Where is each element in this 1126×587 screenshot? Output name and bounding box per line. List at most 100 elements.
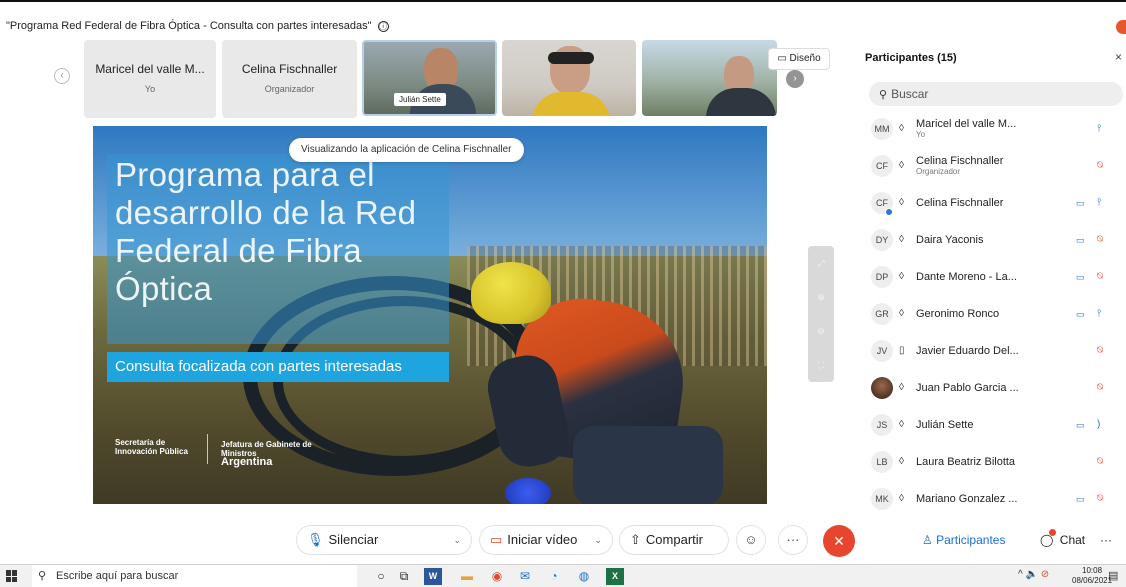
fit-icon[interactable]: ⛶ [808,348,834,382]
edge-icon[interactable]: ◔ [545,568,563,585]
mic-muted-icon: ⍉ [1097,234,1103,245]
headphones-icon: ◊ [899,123,904,134]
word-icon[interactable]: W [424,568,442,585]
participant-row[interactable]: MM ◊ Maricel del valle M... Yo ⫯ [869,112,1119,148]
headphones-icon: ◊ [899,234,904,245]
avatar: MM [871,118,893,140]
mute-label: Silenciar [328,532,379,547]
chevron-down-icon[interactable]: ⌄ [453,526,461,554]
participants-tab-button[interactable]: ♙ Participantes [922,525,1030,555]
chevron-up-icon[interactable]: ^ [1018,569,1023,580]
camera-icon: ▭ [1076,198,1085,208]
camera-icon: ▭ [1076,420,1085,430]
shared-content[interactable]: Programa para el desarrollo de la Red Fe… [93,126,767,504]
excel-icon[interactable]: X [606,568,624,585]
microphone-icon: ⫯ [1097,197,1102,208]
layout-button[interactable]: ▭ Diseño [768,48,830,70]
mute-button[interactable]: 🎙 Silenciar ⌄ [296,525,472,555]
chat-tab-button[interactable]: ◯ Chat [1040,525,1092,555]
blue-object-image [505,478,551,504]
search-icon: ⚲ [38,570,47,582]
leave-meeting-button[interactable]: ✕ [823,525,855,557]
headphones-icon: ◊ [899,308,904,319]
logo-argentina-text: Argentina [221,456,273,468]
panel-more-button[interactable]: ··· [1100,525,1120,555]
helmet-image [471,262,551,324]
participant-row[interactable]: DP ◊ Dante Moreno - La... ▭ ⍉ [869,260,1119,296]
share-button[interactable]: ⇧ Compartir [619,525,729,555]
status-dot [885,208,893,216]
search-icon: ⚲ [879,89,888,101]
emoji-icon: ☺ [744,532,758,547]
video-label: Iniciar vídeo [507,532,578,547]
participant-row[interactable]: JV ▯ Javier Eduardo Del... ⍉ [869,334,1119,370]
slide-logos: Secretaría de Innovación Pública Jefatur… [115,434,312,468]
participant-tile-self[interactable]: Maricel del valle M... Yo [84,40,216,118]
fullscreen-icon[interactable]: ⤢ [808,246,834,280]
chat-unread-dot [1049,529,1057,536]
taskbar-clock[interactable]: 10:08 08/06/2021 [1072,566,1112,586]
zoom-in-icon[interactable]: ⊕ [808,280,834,314]
worker-pants-image [573,426,723,504]
zoom-out-icon[interactable]: ⊖ [808,314,834,348]
cortana-icon[interactable]: ○ [372,568,390,585]
participant-row[interactable]: DY ◊ Daira Yaconis ▭ ⍉ [869,223,1119,259]
notification-center-icon[interactable]: ▤ [1108,569,1122,583]
webex-icon[interactable]: ◍ [575,568,593,585]
participant-row[interactable]: JS ◊ Julián Sette ▭) [869,408,1119,444]
logo-jefatura: Jefatura de Gabinete de Ministros Argent… [221,440,331,468]
headphones-icon: ◊ [899,197,904,208]
strip-next-icon[interactable]: › [786,70,804,88]
file-explorer-icon[interactable]: ▬ [458,568,476,585]
participant-row[interactable]: LB ◊ Laura Beatriz Bilotta ⍉ [869,445,1119,481]
chrome-icon[interactable]: ◉ [488,568,506,585]
video-tile-2[interactable] [502,40,636,116]
share-icon: ⇧ [630,532,641,547]
mic-muted-icon: ⍉ [1097,345,1103,356]
participant-row[interactable]: CF ◊ Celina Fischnaller Organizador ⍉ [869,149,1119,185]
chevron-down-icon[interactable]: ⌄ [594,526,602,554]
system-tray[interactable]: ^ 🔈 ⊘ [1018,569,1049,580]
start-video-button[interactable]: ▭ Iniciar vídeo ⌄ [479,525,613,555]
reactions-button[interactable]: ☺ [736,525,766,555]
speaking-icon: ) [1097,419,1101,430]
meeting-title-text: "Programa Red Federal de Fibra Óptica - … [6,20,372,32]
network-icon[interactable]: ⊘ [1041,569,1049,580]
task-view-icon[interactable]: ⧉ [395,568,413,585]
windows-start-icon[interactable] [6,570,18,582]
layout-icon: ▭ [777,53,790,64]
participant-tile-organizer[interactable]: Celina Fischnaller Organizador [222,40,357,118]
mail-icon[interactable]: ✉ [516,568,534,585]
video-name: Julián Sette [399,95,441,104]
slide-title: Programa para el desarrollo de la Red Fe… [115,156,417,307]
participant-row[interactable]: CF ◊ Celina Fischnaller ▭ ⫯ [869,186,1119,222]
participant-row[interactable]: ◊ Juan Pablo Garcia ... ⍉ [869,371,1119,407]
panel-title: Participantes (15) [865,52,957,64]
avatar: LB [871,451,893,473]
mic-muted-icon: ⍉ [1097,271,1103,282]
video-tile-julian[interactable]: Julián Sette ) [362,40,497,116]
shoulders-image [706,88,776,116]
layout-label: Diseño [789,53,821,64]
video-tile-3[interactable] [642,40,777,116]
participant-name: Javier Eduardo Del... [916,345,1019,357]
participant-name: Dante Moreno - La... [916,271,1017,283]
close-icon: ✕ [833,533,845,549]
close-icon[interactable]: × [1115,50,1122,64]
headphones-icon: ◊ [899,382,904,393]
mic-muted-icon: ⍉ [1097,456,1103,467]
participant-row[interactable]: MK ◊ Mariano Gonzalez ... ▭ ⍉ [869,482,1119,518]
info-icon[interactable]: ⓘ [377,20,389,32]
participants-tab-label: Participantes [936,533,1006,547]
speaker-icon[interactable]: 🔈 [1025,569,1037,580]
strip-prev-icon[interactable]: ‹ [54,68,70,84]
chat-tab-label: Chat [1059,533,1086,547]
more-options-button[interactable]: ··· [778,525,808,555]
participant-row[interactable]: GR ◊ Geronimo Ronco ▭ ⫯ [869,297,1119,333]
headphones-icon: ◊ [899,271,904,282]
mic-muted-icon: ⍉ [1097,382,1103,393]
taskbar-search-input[interactable]: ⚲ Escribe aquí para buscar [32,565,357,587]
tile-name: Celina Fischnaller [241,62,338,76]
people-icon: ♙ [922,533,937,547]
participant-search-input[interactable]: ⚲ Buscar [869,82,1123,106]
